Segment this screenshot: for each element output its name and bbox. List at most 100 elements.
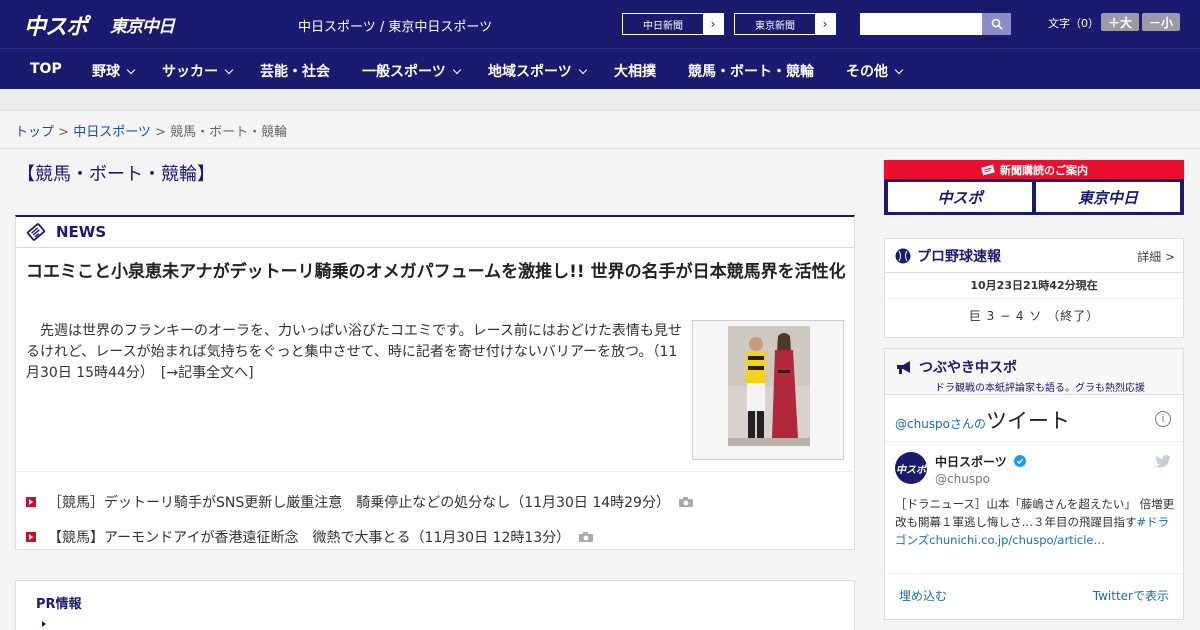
pr-title: PR情報 bbox=[36, 597, 82, 612]
chevron-down-icon bbox=[578, 65, 587, 75]
newspaper-icon bbox=[26, 223, 46, 241]
page-title: 【競馬・ボート・競輪】 bbox=[17, 164, 215, 185]
news-thumbnail[interactable] bbox=[692, 320, 844, 460]
nav-item-keiba[interactable]: 競馬・ボート・競輪 bbox=[688, 61, 814, 81]
tokyo-shimbun-label: 東京新聞 bbox=[755, 20, 795, 32]
subscription-banner-logos: 中スポ 東京中日 bbox=[888, 182, 1180, 212]
nav-spacer bbox=[0, 89, 1200, 111]
font-size-label: 文字（0） bbox=[1048, 17, 1099, 30]
verified-badge-icon bbox=[1013, 455, 1026, 467]
breadcrumb-separator: > bbox=[150, 125, 171, 140]
nav-item-entertainment[interactable]: 芸能・社会 bbox=[260, 61, 330, 81]
subscription-logo-tokyo[interactable]: 東京中日 bbox=[1036, 182, 1180, 212]
news-photo bbox=[728, 326, 810, 446]
info-icon[interactable]: i bbox=[1155, 411, 1171, 427]
embed-link[interactable]: 埋め込む bbox=[899, 587, 947, 604]
font-larger-button[interactable]: ＋大 bbox=[1101, 13, 1139, 31]
chevron-down-icon bbox=[126, 65, 136, 75]
nav-item-baseball[interactable]: 野球 bbox=[92, 61, 136, 81]
twitter-widget: @chuspoさんのツイート i 中スポ 中日スポーツ @chuspo ［ドラニ… bbox=[885, 395, 1183, 620]
divider bbox=[885, 573, 1183, 574]
news-label: NEWS bbox=[56, 223, 107, 241]
nav-item-sumo[interactable]: 大相撲 bbox=[614, 61, 656, 81]
divider bbox=[885, 441, 1183, 442]
tweet-widget-title: @chuspoさんのツイート bbox=[895, 405, 1070, 435]
nav-item-label: 大相撲 bbox=[614, 64, 656, 80]
chevron-right-icon: › bbox=[703, 14, 723, 34]
avatar[interactable]: 中スポ bbox=[895, 452, 927, 484]
search-icon bbox=[991, 18, 1003, 30]
chunichi-shimbun-link[interactable]: 中日新聞 › bbox=[622, 13, 724, 35]
tweet-body: ［ドラニュース］山本「藤嶋さんを超えたい」 倍増更改も開幕１軍逃し悔しさ…３年目… bbox=[895, 497, 1175, 529]
list-item[interactable]: ［競馬］デットーリ騎手がSNS更新し厳重注意 騎乗停止などの処分なし（11月30… bbox=[16, 484, 854, 519]
tweet-section-subtitle: ドラ観戦の本紙評論家も語る。グラも熱烈応援 bbox=[935, 383, 1145, 394]
baseball-icon bbox=[895, 248, 911, 263]
tweet-account-name-text: 中日スポーツ bbox=[935, 455, 1007, 469]
play-bullet-icon bbox=[26, 531, 36, 542]
subscription-logo-chuspo[interactable]: 中スポ bbox=[888, 182, 1032, 212]
subscription-banner[interactable]: 新聞購読のご案内 中スポ 東京中日 bbox=[884, 160, 1184, 215]
baseball-header: プロ野球速報 詳細 > bbox=[885, 239, 1183, 273]
news-header: NEWS bbox=[16, 217, 854, 248]
nav-item-label: TOP bbox=[30, 61, 62, 77]
baseball-timestamp: 10月23日21時42分現在 bbox=[885, 273, 1183, 299]
news-headline[interactable]: コエミこと小泉恵未アナがデットーリ騎乗のオメガパフュームを激推し!! 世界の名手… bbox=[26, 259, 846, 285]
camera-icon bbox=[678, 496, 693, 507]
baseball-score[interactable]: 巨 3 − 4 ソ （終了） bbox=[885, 299, 1183, 337]
nav-item-label: サッカー bbox=[162, 64, 218, 80]
tokyo-shimbun-link[interactable]: 東京新聞 › bbox=[734, 13, 836, 35]
nav-item-general-sports[interactable]: 一般スポーツ bbox=[362, 61, 461, 81]
breadcrumb-separator: > bbox=[54, 125, 74, 140]
tweet-widget-suffix: さんの bbox=[950, 417, 987, 431]
search-input[interactable] bbox=[860, 13, 982, 35]
chevron-right-icon: › bbox=[815, 14, 835, 34]
camera-icon bbox=[579, 531, 594, 542]
tweet-text[interactable]: ［ドラニュース］山本「藤嶋さんを超えたい」 倍増更改も開幕１軍逃し悔しさ…３年目… bbox=[895, 495, 1177, 549]
twitter-bird-icon bbox=[1155, 455, 1171, 468]
tokyo-chunichi-logo[interactable]: 東京中日 bbox=[110, 12, 175, 37]
nav-item-label: その他 bbox=[846, 64, 888, 80]
nav-item-other[interactable]: その他 bbox=[846, 61, 904, 81]
breadcrumb: トップ > 中日スポーツ > 競馬・ボート・競輪 bbox=[0, 111, 1200, 149]
nav-item-label: 地域スポーツ bbox=[488, 64, 572, 80]
list-item-text: 【競馬】アーモンドアイが香港遠征断念 微熱で大事とる（11月30日 12時13分… bbox=[48, 529, 571, 546]
chuspo-logo[interactable]: 中スポ bbox=[24, 9, 88, 41]
chevron-down-icon bbox=[224, 65, 234, 75]
play-bullet-icon bbox=[26, 496, 36, 507]
newspaper-icon bbox=[981, 164, 995, 175]
list-item[interactable]: 【競馬】アーモンドアイが香港遠征断念 微熱で大事とる（11月30日 12時13分… bbox=[16, 519, 854, 554]
subscription-banner-title: 新聞購読のご案内 bbox=[884, 160, 1184, 179]
list-item-text: ［競馬］デットーリ騎手がSNS更新し厳重注意 騎乗停止などの処分なし（11月30… bbox=[48, 494, 670, 511]
nav-item-label: 一般スポーツ bbox=[362, 64, 446, 80]
arrow-right-icon bbox=[42, 621, 46, 627]
nav-item-label: 芸能・社会 bbox=[260, 64, 330, 80]
news-section: NEWS コエミこと小泉恵未アナがデットーリ騎乗のオメガパフュームを激推し!! … bbox=[15, 215, 855, 550]
breadcrumb-current: 競馬・ボート・競輪 bbox=[170, 125, 288, 140]
baseball-scores: プロ野球速報 詳細 > 10月23日21時42分現在 巨 3 − 4 ソ （終了… bbox=[884, 238, 1184, 338]
subscription-banner-label: 新聞購読のご案内 bbox=[1000, 163, 1088, 177]
chevron-down-icon bbox=[894, 65, 904, 75]
megaphone-icon bbox=[897, 361, 910, 374]
tweet-section-title: つぶやき中スポ bbox=[919, 360, 1017, 376]
pr-section: PR情報 bbox=[15, 580, 855, 630]
nav-item-label: 競馬・ボート・競輪 bbox=[688, 64, 814, 80]
nav-item-soccer[interactable]: サッカー bbox=[162, 61, 234, 81]
search-button[interactable] bbox=[982, 13, 1011, 35]
nav-item-regional-sports[interactable]: 地域スポーツ bbox=[488, 61, 587, 81]
breadcrumb-home[interactable]: トップ bbox=[15, 125, 54, 140]
view-on-twitter-link[interactable]: Twitterで表示 bbox=[1093, 587, 1169, 604]
font-smaller-button[interactable]: －小 bbox=[1142, 13, 1180, 31]
news-lead[interactable]: 先週は世界のフランキーのオーラを、力いっぱい浴びたコエミです。レース前にはおどけ… bbox=[26, 321, 686, 384]
site-name: 中日スポーツ / 東京中日スポーツ bbox=[298, 20, 493, 35]
tweet-account-name[interactable]: 中日スポーツ bbox=[935, 453, 1026, 470]
news-sub-list: ［競馬］デットーリ騎手がSNS更新し厳重注意 騎乗停止などの処分なし（11月30… bbox=[16, 471, 854, 554]
tweet-widget-handle[interactable]: @chuspo bbox=[895, 417, 950, 431]
baseball-more-link[interactable]: 詳細 > bbox=[1137, 248, 1175, 265]
main-nav: TOP 野球 サッカー 芸能・社会 一般スポーツ 地域スポーツ 大相撲 競馬・ボ… bbox=[0, 48, 1200, 89]
tweet-account-handle[interactable]: @chuspo bbox=[935, 472, 990, 486]
chunichi-shimbun-label: 中日新聞 bbox=[643, 20, 683, 32]
top-header: 中スポ 東京中日 中日スポーツ / 東京中日スポーツ 中日新聞 › 東京新聞 ›… bbox=[0, 0, 1200, 48]
breadcrumb-parent[interactable]: 中日スポーツ bbox=[73, 125, 151, 140]
nav-item-top[interactable]: TOP bbox=[30, 61, 62, 77]
tweet-section: つぶやき中スポ ドラ観戦の本紙評論家も語る。グラも熱烈応援 @chuspoさんの… bbox=[884, 348, 1184, 620]
